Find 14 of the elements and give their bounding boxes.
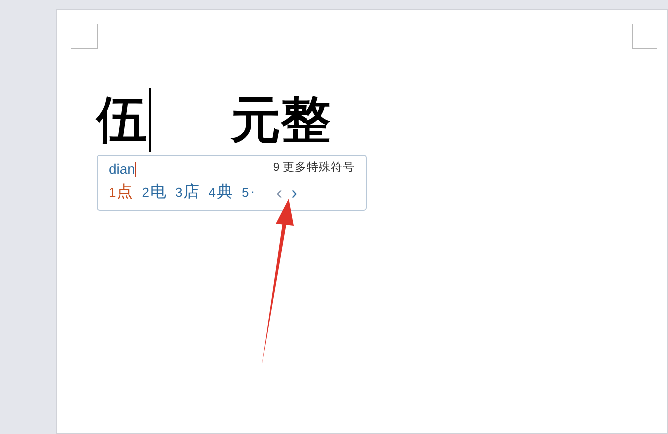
candidate-item[interactable]: 3店 (175, 181, 200, 205)
margin-corner-mark (632, 24, 658, 49)
document-text: 元整 (231, 95, 331, 145)
text-cursor (149, 88, 151, 152)
candidate-item[interactable]: 1点 (109, 181, 134, 205)
candidate-item[interactable]: 2电 (142, 181, 166, 205)
next-page-button[interactable]: › (292, 184, 298, 202)
input-caret (135, 162, 136, 176)
margin-corner-mark (70, 24, 98, 49)
ime-input-text: dian (109, 160, 136, 178)
document-text: 伍 (97, 95, 147, 145)
more-symbols-link[interactable]: 9 更多特殊符号 (273, 160, 355, 178)
candidate-item[interactable]: 5· (242, 181, 256, 205)
candidate-item[interactable]: 4典 (208, 181, 233, 205)
